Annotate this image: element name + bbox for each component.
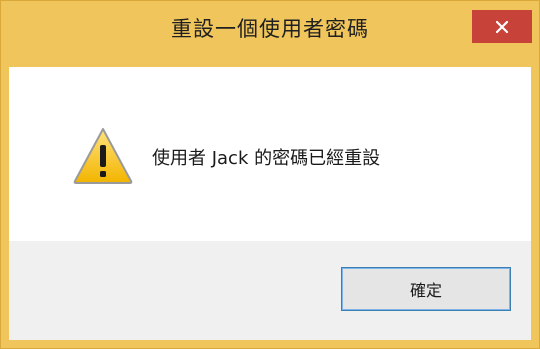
warning-icon [73,128,133,184]
dialog-content: 使用者 Jack 的密碼已經重設 [9,67,531,241]
ok-button[interactable]: 確定 [341,267,511,311]
close-icon [495,20,509,33]
dialog-window: 重設一個使用者密碼 使用者 Jack 的密碼已經重設 確定 [0,0,540,349]
dialog-footer: 確定 [9,241,531,340]
message-text: 使用者 Jack 的密碼已經重設 [152,148,381,169]
title-bar[interactable]: 重設一個使用者密碼 [1,1,539,67]
dialog-title: 重設一個使用者密碼 [171,17,369,41]
close-button[interactable] [472,10,532,43]
